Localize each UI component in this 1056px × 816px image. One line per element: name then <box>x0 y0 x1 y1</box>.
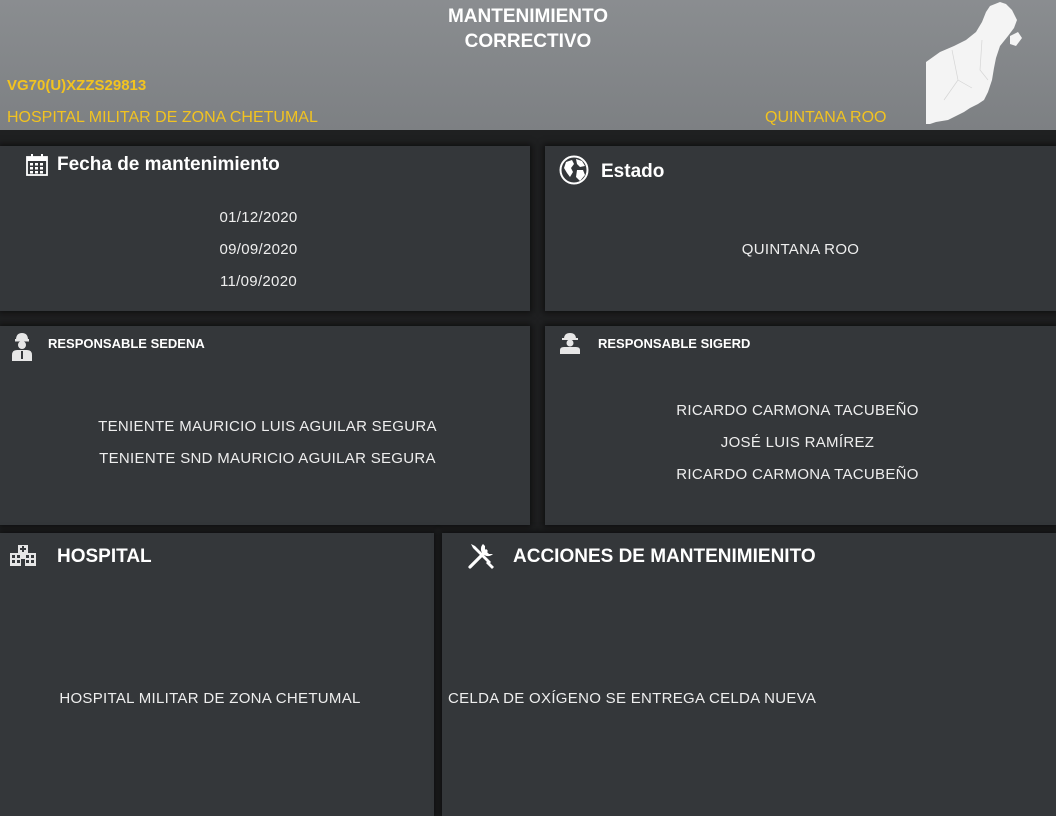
sedena-title: RESPONSABLE SEDENA <box>48 336 205 351</box>
maintenance-date-2: 09/09/2020 <box>219 241 298 258</box>
sedena-responsible-card: RESPONSABLE SEDENA TENIENTE MAURICIO LUI… <box>0 326 530 525</box>
person-icon <box>560 333 580 354</box>
header-hospital: HOSPITAL MILITAR DE ZONA CHETUMAL <box>7 109 318 126</box>
sigerd-title: RESPONSABLE SIGERD <box>598 336 751 351</box>
report-title-line-1: MANTENIMIENTO <box>447 6 609 27</box>
sigerd-name-3: RICARDO CARMONA TACUBEÑO <box>676 466 919 483</box>
globe-icon <box>559 155 589 185</box>
state-card: Estado QUINTANA ROO <box>545 146 1056 311</box>
hospital-card: HOSPITAL HOSPITAL MILITAR DE ZONA CHETUM… <box>0 533 434 816</box>
hospital-title: HOSPITAL <box>57 546 152 567</box>
sigerd-name-1: RICARDO CARMONA TACUBEÑO <box>676 402 919 419</box>
maintenance-date-1: 01/12/2020 <box>219 209 298 226</box>
tools-icon <box>468 544 494 569</box>
maintenance-date-3: 11/09/2020 <box>220 273 297 290</box>
maintenance-date-card: Fecha de mantenimiento 01/12/2020 09/09/… <box>0 146 530 311</box>
sigerd-responsible-card: RESPONSABLE SIGERD RICARDO CARMONA TACUB… <box>545 326 1056 525</box>
maintenance-actions-value: CELDA DE OXÍGENO SE ENTREGA CELDA NUEVA <box>448 690 817 707</box>
state-title: Estado <box>601 161 665 182</box>
sedena-name-1: TENIENTE MAURICIO LUIS AGUILAR SEGURA <box>98 418 437 435</box>
equipment-code: VG70(U)XZZS29813 <box>7 77 147 94</box>
sigerd-name-2: JOSÉ LUIS RAMÍREZ <box>720 434 875 451</box>
header-state: QUINTANA ROO <box>765 109 887 126</box>
report-header: MANTENIMIENTO CORRECTIVO VG70(U)XZZS2981… <box>0 0 1056 130</box>
state-value: QUINTANA ROO <box>741 241 860 258</box>
maintenance-actions-title: ACCIONES DE MANTENIMIENITO <box>513 546 816 567</box>
maintenance-date-title: Fecha de mantenimiento <box>57 154 280 175</box>
soldier-icon <box>12 333 32 361</box>
hospital-icon <box>10 545 36 566</box>
sedena-name-2: TENIENTE SND MAURICIO AGUILAR SEGURA <box>99 450 436 467</box>
state-map-icon <box>926 2 1022 124</box>
report-title-line-2: CORRECTIVO <box>464 31 592 52</box>
hospital-value: HOSPITAL MILITAR DE ZONA CHETUMAL <box>59 690 361 707</box>
maintenance-actions-card: ACCIONES DE MANTENIMIENITO CELDA DE OXÍG… <box>442 533 1056 816</box>
calendar-icon <box>26 154 48 176</box>
